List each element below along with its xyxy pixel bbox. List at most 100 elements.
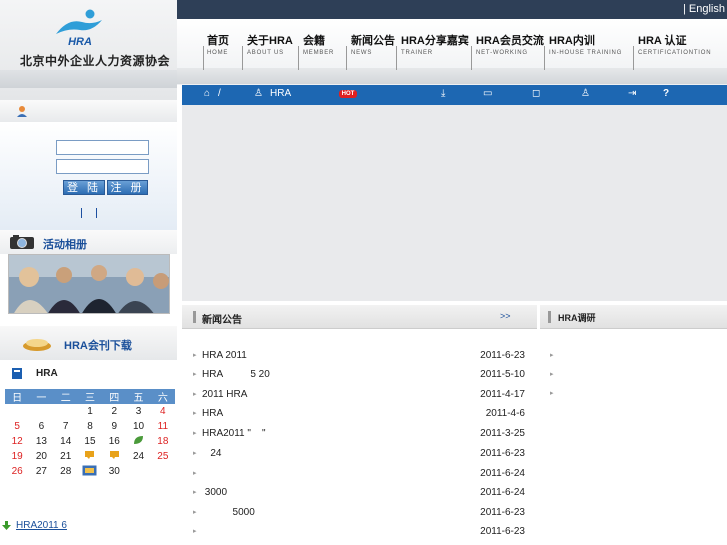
weekday: 五 xyxy=(133,393,144,404)
chat-icon[interactable]: ◻ xyxy=(532,88,540,99)
newsletter-link-text[interactable]: HRA2011 6 xyxy=(16,520,67,531)
event-day[interactable] xyxy=(126,435,150,448)
survey-item-bullet[interactable]: ▸ xyxy=(550,351,554,359)
news-item-title[interactable]: HRA2011 " " xyxy=(202,428,266,439)
news-item[interactable]: ▸ 5000 2011-6-23 xyxy=(193,507,528,526)
bullet-icon: ▸ xyxy=(193,371,197,378)
nav-label: HRA内训 xyxy=(549,35,595,47)
nav-sublabel: NET-WORKING xyxy=(476,50,528,56)
calendar-day: 16 xyxy=(108,436,120,447)
calendar-day: 27 xyxy=(35,466,47,477)
news-item[interactable]: ▸ HRA2011 " " 2011-3-25 xyxy=(193,428,528,447)
org-name: 北京中外企业人力资源协会 xyxy=(20,54,171,68)
nav-inhouse[interactable]: HRA内训 IN-HOUSE TRAINING xyxy=(549,32,622,56)
event-note-icon xyxy=(109,451,119,459)
folder-icon[interactable]: ▭ xyxy=(483,88,492,99)
bullet-icon: ▸ xyxy=(193,391,197,398)
news-item[interactable]: ▸ 3000 2011-6-24 xyxy=(193,487,528,506)
hra-logo[interactable]: HRA xyxy=(52,8,108,48)
calendar-day: 15 xyxy=(84,436,96,447)
news-item[interactable]: ▸ 24 2011-6-23 xyxy=(193,448,528,467)
nav-about[interactable]: 关于HRA ABOUT US xyxy=(247,32,293,56)
survey-item-bullet[interactable]: ▸ xyxy=(550,370,554,378)
news-item[interactable]: ▸ 2011-6-24 xyxy=(193,468,528,487)
book-icon xyxy=(12,368,22,379)
nav-divider xyxy=(544,46,545,70)
news-item[interactable]: ▸ HRA 2011-4-6 xyxy=(193,408,528,427)
news-item-title[interactable]: 3000 xyxy=(202,487,227,498)
calendar-day: 4 xyxy=(160,406,166,417)
survey-header: HRA调研 xyxy=(540,305,727,329)
home-icon[interactable]: ⌂ xyxy=(204,88,210,99)
survey-title: HRA调研 xyxy=(558,313,596,323)
magazine-title[interactable]: HRA会刊下载 xyxy=(64,337,132,353)
nav-label: HRA分享嘉宾 xyxy=(401,35,469,47)
logo-mark-text: HRA xyxy=(68,36,92,48)
nav-home[interactable]: 首页 HOME xyxy=(207,32,229,56)
news-item[interactable]: ▸ HRA 2011 2011-6-23 xyxy=(193,350,528,369)
magazine-icon xyxy=(23,339,51,351)
nav-band xyxy=(177,68,727,84)
toolbar-hra-link[interactable]: HRA xyxy=(270,88,291,99)
bullet-icon: ▸ xyxy=(193,352,197,359)
calendar-day: 26 xyxy=(11,466,23,477)
username-input[interactable] xyxy=(56,140,149,155)
help-icon[interactable]: ? xyxy=(663,88,669,99)
password-input[interactable] xyxy=(56,159,149,174)
calendar-week: 1 2 3 4 xyxy=(5,404,175,419)
event-day[interactable] xyxy=(78,450,102,463)
bullet-icon: ▸ xyxy=(193,450,197,457)
bullet-icon: ▸ xyxy=(193,430,197,437)
news-more-link[interactable]: >> xyxy=(500,311,511,321)
survey-item-bullet[interactable]: ▸ xyxy=(550,389,554,397)
nav-divider xyxy=(633,46,634,70)
calendar-day: 20 xyxy=(35,451,47,462)
album-photo[interactable] xyxy=(8,254,170,314)
calendar-day: 7 xyxy=(62,421,69,432)
nav-label: 新闻公告 xyxy=(351,35,395,47)
nav-networking[interactable]: HRA会员交流 NET-WORKING xyxy=(476,32,544,56)
member-icon[interactable]: ♙ xyxy=(581,88,590,99)
news-item[interactable]: ▸ HRA 5 20 2011-5-10 xyxy=(193,369,528,388)
nav-sublabel: TRAINER xyxy=(401,50,433,56)
news-item[interactable]: ▸ 2011 HRA 2011-4-17 xyxy=(193,389,528,408)
quick-toolbar: ⌂ / ♙ HRA HOT ⤓ ▭ ◻ ♙ ⇥ ? xyxy=(182,85,727,105)
user-icon[interactable]: ♙ xyxy=(254,88,263,99)
calendar-day: 24 xyxy=(132,451,145,462)
download-icon[interactable]: ⤓ xyxy=(441,88,445,99)
calendar-weekday-row: 日 一 二 三 四 五 六 xyxy=(5,389,175,404)
news-item-date: 2011-6-24 xyxy=(480,487,525,498)
news-item-title[interactable]: HRA 2011 xyxy=(202,350,247,361)
nav-divider xyxy=(298,46,299,70)
news-item-date: 2011-4-17 xyxy=(480,389,525,400)
event-day[interactable] xyxy=(78,465,102,479)
calendar-day: 18 xyxy=(157,436,169,447)
calendar-day: 8 xyxy=(87,421,93,432)
nav-label: HRA 认证 xyxy=(638,35,687,47)
nav-news[interactable]: 新闻公告 NEWS xyxy=(351,32,395,56)
calendar-title: HRA xyxy=(36,368,58,379)
header-marker xyxy=(548,311,551,323)
news-item[interactable]: ▸ 2011-6-23 xyxy=(193,526,528,545)
calendar-week: 12 13 14 15 16 18 xyxy=(5,434,175,449)
nav-label: 会籍 xyxy=(303,35,325,47)
news-item-title[interactable]: HRA xyxy=(202,408,223,419)
news-item-title[interactable]: HRA 5 20 xyxy=(202,369,270,380)
calendar-week: 26 27 28 30 xyxy=(5,464,175,479)
nav-trainer[interactable]: HRA分享嘉宾 TRAINER xyxy=(401,32,469,56)
login-button[interactable]: 登 陆 xyxy=(63,180,105,195)
register-button[interactable]: 注 册 xyxy=(107,180,148,195)
news-header: 新闻公告 >> xyxy=(182,305,537,329)
nav-certification[interactable]: HRA 认证 CERTIFICATIONTION xyxy=(638,32,711,56)
news-item-title[interactable]: 2011 HRA xyxy=(202,389,247,400)
news-item-title[interactable]: 24 xyxy=(202,448,221,459)
album-title[interactable]: 活动相册 xyxy=(43,236,87,252)
news-item-date: 2011-4-6 xyxy=(485,408,525,419)
logout-icon[interactable]: ⇥ xyxy=(628,88,636,99)
calendar-day: 1 xyxy=(87,406,93,417)
news-item-title[interactable]: 5000 xyxy=(202,507,255,518)
event-day[interactable] xyxy=(102,450,126,463)
nav-member[interactable]: 会籍 MEMBER xyxy=(303,32,334,56)
nav-sublabel: HOME xyxy=(207,50,229,56)
english-link[interactable]: | English xyxy=(683,3,725,15)
